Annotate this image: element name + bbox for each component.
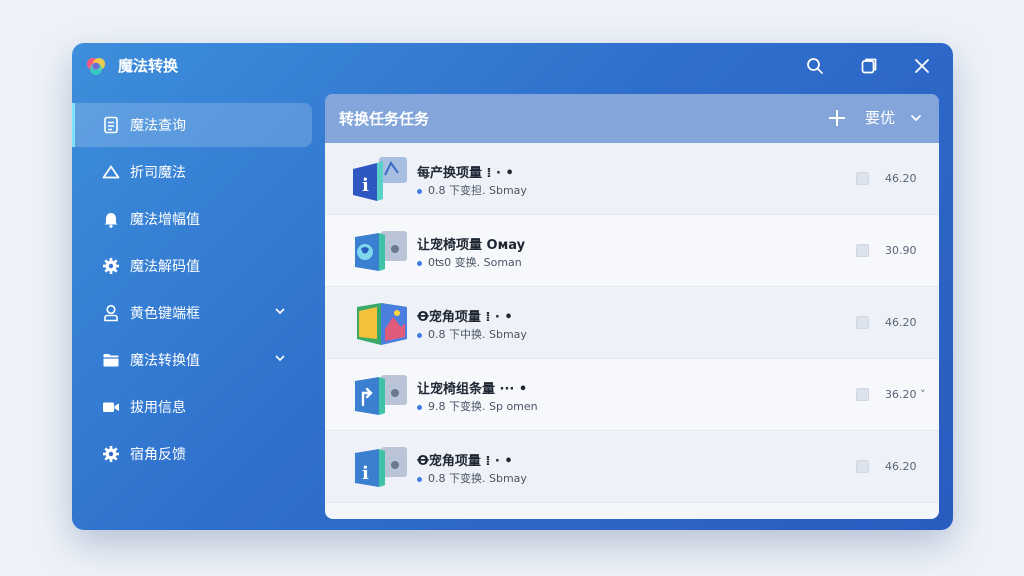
globe-document-icon bbox=[355, 231, 407, 271]
task-subtitle-text: 0ʦ0 变换. Soman bbox=[428, 256, 522, 269]
task-checkbox[interactable] bbox=[856, 388, 869, 401]
task-checkbox[interactable] bbox=[856, 316, 869, 329]
info-document-icon: i bbox=[353, 157, 407, 201]
chevron-down-icon[interactable] bbox=[909, 111, 923, 125]
task-list: i 每产换项量 ⁞ · • 0.8 下变担. Sbmay 46.20 让宠椅项量… bbox=[325, 143, 939, 503]
svg-text:i: i bbox=[362, 175, 369, 196]
sidebar-item-info[interactable]: 拔用信息 bbox=[72, 385, 312, 429]
sidebar-item-user[interactable]: 黄色键端框 bbox=[72, 291, 312, 335]
gear-icon bbox=[102, 257, 120, 275]
task-title: 让宠椅项量 Oмay bbox=[417, 238, 526, 253]
close-icon bbox=[915, 59, 929, 73]
task-row[interactable]: Ꝋ宠角项量 ⁞ · • 0.8 下中换. Sbmay 46.20 bbox=[325, 287, 939, 359]
sidebar-item-label: 魔法查询 bbox=[130, 118, 186, 134]
sidebar-item-label: 魔法解码值 bbox=[130, 259, 200, 275]
task-subtitle-text: 0.8 下变担. Sbmay bbox=[428, 184, 527, 197]
task-row[interactable]: 让宠椅项量 Oмay 0ʦ0 变换. Soman 30.90 bbox=[325, 215, 939, 287]
sidebar-item-label: 折司魔法 bbox=[130, 165, 186, 181]
status-dot bbox=[417, 332, 422, 338]
task-title: 每产换项量 ⁞ · • bbox=[417, 166, 514, 181]
svg-text:i: i bbox=[362, 463, 369, 484]
task-value: 46.20 bbox=[885, 460, 917, 473]
info-document-icon: i bbox=[355, 447, 407, 487]
task-subtitle: 0.8 下中换. Sbmay bbox=[417, 326, 527, 342]
folder-icon bbox=[102, 351, 120, 369]
task-subtitle-text: 9.8 下变换. Sp omen bbox=[428, 400, 538, 413]
task-value: 46.20 bbox=[885, 172, 917, 185]
task-title: 让宠椅组条量 ··· • bbox=[417, 382, 528, 397]
sidebar-item-boost[interactable]: 魔法增幅值 bbox=[72, 197, 312, 241]
document-icon bbox=[102, 116, 120, 134]
sidebar-item-label: 黄色键端框 bbox=[130, 306, 200, 322]
image-document-icon bbox=[357, 303, 407, 345]
sidebar-item-label: 拔用信息 bbox=[130, 400, 186, 416]
status-dot bbox=[417, 476, 422, 482]
task-subtitle-text: 0.8 下中换. Sbmay bbox=[428, 328, 527, 341]
sidebar-item-label: 宿角反馈 bbox=[130, 447, 186, 463]
sidebar-item-decode[interactable]: 魔法解码值 bbox=[72, 244, 312, 288]
chevron-down-icon bbox=[275, 308, 285, 315]
task-checkbox[interactable] bbox=[856, 244, 869, 257]
add-icon[interactable] bbox=[827, 108, 847, 128]
app-title: 魔法转换 bbox=[118, 57, 179, 75]
gear-icon bbox=[102, 445, 120, 463]
sidebar-item-query[interactable]: 魔法查询 bbox=[72, 103, 312, 147]
task-row[interactable]: 让宠椅组条量 ··· • 9.8 下变换. Sp omen 36.20 ˅ bbox=[325, 359, 939, 431]
app-window: 魔法转换 魔法查询 折司魔法 魔法增幅值 魔法解码值 黄色键端框 魔法转换值 拔… bbox=[72, 43, 953, 530]
task-panel: 转换任务任务 要优 i 每产换项量 ⁞ · • 0.8 下变担. Sbmay 4… bbox=[325, 94, 939, 519]
task-subtitle-text: 0.8 下变换. Sbmay bbox=[428, 472, 527, 485]
panel-title: 转换任务任务 bbox=[339, 110, 430, 128]
task-checkbox[interactable] bbox=[856, 460, 869, 473]
sort-label[interactable]: 要优 bbox=[865, 107, 895, 128]
sidebar-item-magic[interactable]: 折司魔法 bbox=[72, 150, 312, 194]
task-value: 36.20 ˅ bbox=[885, 388, 926, 401]
close-button[interactable] bbox=[910, 54, 934, 78]
sidebar-item-label: 魔法增幅值 bbox=[130, 212, 200, 228]
task-subtitle: 0.8 下变担. Sbmay bbox=[417, 182, 527, 198]
bell-icon bbox=[102, 210, 120, 228]
task-title: Ꝋ宠角项量 ⁞ · • bbox=[417, 310, 513, 325]
camera-icon bbox=[102, 398, 120, 416]
task-row[interactable]: i Ꝋ宠角项量 ⁞ · • 0.8 下变换. Sbmay 46.20 bbox=[325, 431, 939, 503]
search-button[interactable] bbox=[803, 54, 827, 78]
task-subtitle: 0.8 下变换. Sbmay bbox=[417, 470, 527, 486]
sidebar-item-feedback[interactable]: 宿角反馈 bbox=[72, 432, 312, 476]
panel-header: 转换任务任务 要优 bbox=[325, 94, 939, 143]
status-dot bbox=[417, 404, 422, 410]
status-dot bbox=[417, 260, 422, 266]
app-logo-icon bbox=[87, 58, 105, 75]
user-icon bbox=[102, 304, 120, 322]
restore-button[interactable] bbox=[857, 54, 881, 78]
task-checkbox[interactable] bbox=[856, 172, 869, 185]
arrow-document-icon bbox=[355, 375, 407, 415]
task-value: 30.90 bbox=[885, 244, 917, 257]
task-row[interactable]: i 每产换项量 ⁞ · • 0.8 下变担. Sbmay 46.20 bbox=[325, 143, 939, 215]
task-subtitle: 9.8 下变换. Sp omen bbox=[417, 398, 538, 414]
title-bar: 魔法转换 bbox=[72, 43, 953, 89]
task-value: 46.20 bbox=[885, 316, 917, 329]
status-dot bbox=[417, 188, 422, 194]
restore-icon bbox=[861, 58, 877, 74]
task-subtitle: 0ʦ0 变换. Soman bbox=[417, 254, 522, 270]
sidebar-item-convert[interactable]: 魔法转换值 bbox=[72, 338, 312, 382]
triangle-icon bbox=[102, 163, 120, 181]
chevron-down-icon bbox=[275, 355, 285, 362]
sidebar-item-label: 魔法转换值 bbox=[130, 353, 200, 369]
search-icon bbox=[807, 58, 823, 74]
sidebar: 魔法查询 折司魔法 魔法增幅值 魔法解码值 黄色键端框 魔法转换值 拔用信息 宿… bbox=[72, 103, 314, 479]
task-title: Ꝋ宠角项量 ⁞ · • bbox=[417, 454, 513, 469]
